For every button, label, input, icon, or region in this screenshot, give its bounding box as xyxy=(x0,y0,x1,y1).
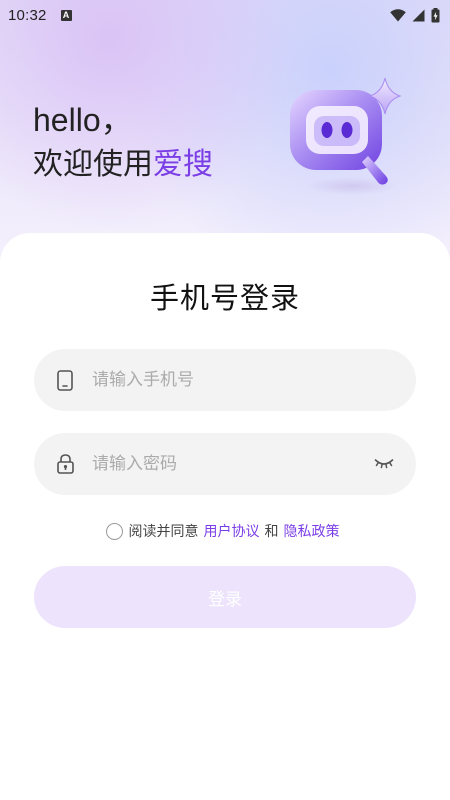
agreement-prefix: 阅读并同意 xyxy=(128,524,199,540)
app-mascot-icon xyxy=(290,77,402,195)
eye-closed-icon[interactable] xyxy=(374,455,394,471)
lock-icon xyxy=(56,453,74,475)
agreement-and: 和 xyxy=(264,524,279,540)
phone-field[interactable] xyxy=(34,349,416,411)
agreement-row: 阅读并同意 用户协议 和 隐私政策 xyxy=(0,521,450,541)
phone-input[interactable] xyxy=(92,370,352,390)
agree-checkbox[interactable] xyxy=(105,522,123,540)
phone-icon xyxy=(56,369,74,391)
notification-a-icon: A xyxy=(60,9,72,21)
password-field[interactable] xyxy=(34,433,416,495)
wifi-icon xyxy=(390,8,406,21)
battery-charging-icon xyxy=(431,7,440,22)
status-icons xyxy=(390,7,440,23)
password-input[interactable] xyxy=(92,454,352,474)
signal-icon xyxy=(412,9,425,21)
status-time: 10:32 xyxy=(8,6,47,24)
welcome-greeting: hello， 欢迎使用爱搜 xyxy=(33,98,213,188)
greeting-hello: hello， xyxy=(33,102,133,138)
login-button[interactable]: 登录 xyxy=(34,566,416,628)
welcome-prefix: 欢迎使用 xyxy=(33,147,153,182)
user-agreement-link[interactable]: 用户协议 xyxy=(204,521,260,541)
login-card: 手机号登录 阅读并同意 xyxy=(0,233,450,800)
welcome-line: 欢迎使用爱搜 xyxy=(33,142,213,188)
login-title: 手机号登录 xyxy=(149,281,300,315)
brand-name: 爱搜 xyxy=(153,147,213,182)
status-bar: 10:32 A xyxy=(0,0,450,30)
privacy-policy-link[interactable]: 隐私政策 xyxy=(284,521,340,541)
